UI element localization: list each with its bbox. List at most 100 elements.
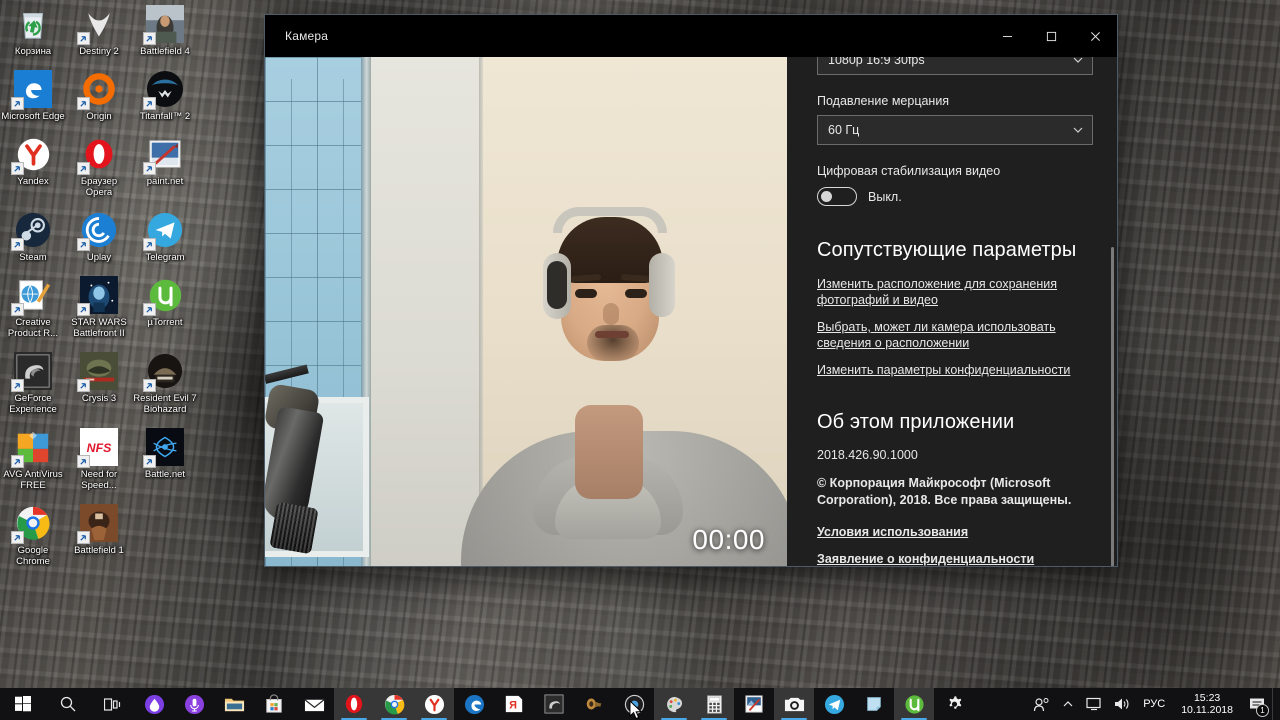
taskbar-telegram[interactable] xyxy=(814,688,854,720)
people-button[interactable] xyxy=(1027,688,1056,720)
taskbar-yandex-app[interactable]: Я xyxy=(494,688,534,720)
desktop-icon-uplay[interactable]: Uplay xyxy=(67,210,131,263)
person-nose xyxy=(603,303,619,325)
language-indicator[interactable]: РУС xyxy=(1136,698,1172,710)
volume-button[interactable] xyxy=(1108,688,1136,720)
gear-icon xyxy=(943,693,965,715)
app-version: 2018.426.90.1000 xyxy=(817,448,1093,462)
desktop-icon-titanfall-2[interactable]: Titanfall™ 2 xyxy=(133,69,197,122)
desktop-icon-battlefield-1[interactable]: Battlefield 1 xyxy=(67,503,131,567)
telegram-icon xyxy=(145,210,185,250)
desktop-icon-steam[interactable]: Steam xyxy=(1,210,65,263)
desktop-icon-opera-browser[interactable]: Браузер Opera xyxy=(67,134,131,198)
shortcut-arrow-icon xyxy=(11,162,24,175)
desktop-icon-label: Creative Product R... xyxy=(1,317,65,339)
taskbar-voice-assistant[interactable] xyxy=(174,688,214,720)
desktop-icon-label: Telegram xyxy=(145,252,184,263)
flicker-dropdown[interactable]: 60 Гц xyxy=(817,115,1093,145)
taskbar-obs-studio[interactable] xyxy=(614,688,654,720)
desktop-icon-microsoft-edge[interactable]: Microsoft Edge xyxy=(1,69,65,122)
related-link-photo-location[interactable]: Изменить расположение для сохранения фот… xyxy=(817,276,1093,308)
taskbar-notes[interactable] xyxy=(854,688,894,720)
network-monitor-icon xyxy=(1086,697,1102,711)
taskbar-opera[interactable] xyxy=(334,688,374,720)
shortcut-arrow-icon xyxy=(77,303,90,316)
taskbar-utorrent[interactable] xyxy=(894,688,934,720)
desktop-icon-label: Steam xyxy=(19,252,46,263)
taskbar-geforce-experience[interactable] xyxy=(534,688,574,720)
desktop-icon-label: AVG AntiVirus FREE xyxy=(1,469,65,491)
clock-time: 15:23 xyxy=(1194,692,1220,704)
shortcut-arrow-icon xyxy=(11,379,24,392)
desktop-icon-creative-product[interactable]: Creative Product R... xyxy=(1,275,65,339)
desktop-icon-label: Resident Evil 7 Biohazard xyxy=(133,393,197,415)
google-chrome-icon xyxy=(13,503,53,543)
taskbar-microsoft-store[interactable] xyxy=(254,688,294,720)
desktop-icon-telegram[interactable]: Telegram xyxy=(133,210,197,263)
action-center-button[interactable]: 1 xyxy=(1242,688,1272,720)
desktop-icon-paint-net[interactable]: paint.net xyxy=(133,134,197,198)
related-link-privacy-settings[interactable]: Изменить параметры конфиденциальности xyxy=(817,362,1093,378)
desktop-icon-google-chrome[interactable]: Google Chrome xyxy=(1,503,65,567)
desktop-icon-label: Microsoft Edge xyxy=(1,111,64,122)
task-view-icon xyxy=(104,697,121,712)
person-eye-right xyxy=(625,289,647,298)
taskbar: Я xyxy=(0,688,1280,720)
desktop-icon-battlenet[interactable]: Battle.net xyxy=(133,427,197,491)
show-desktop-button[interactable] xyxy=(1272,688,1280,720)
taskbar-file-explorer[interactable] xyxy=(214,688,254,720)
desktop-icon-resident-evil-7[interactable]: Resident Evil 7 Biohazard xyxy=(133,351,197,415)
desktop-icon-geforce-experience[interactable]: GeForce Experience xyxy=(1,351,65,415)
chevron-down-icon xyxy=(1072,124,1084,136)
related-link-camera-location[interactable]: Выбрать, может ли камера использовать св… xyxy=(817,319,1093,351)
taskbar-calculator[interactable] xyxy=(694,688,734,720)
sticky-note-icon xyxy=(863,693,885,715)
task-view-button[interactable] xyxy=(90,688,134,720)
taskbar-yandex-browser[interactable] xyxy=(414,688,454,720)
search-button[interactable] xyxy=(46,688,90,720)
desktop-icon-utorrent[interactable]: µTorrent xyxy=(133,275,197,339)
clock[interactable]: 15:23 10.11.2018 xyxy=(1172,688,1242,720)
terms-of-use-link[interactable]: Условия использования xyxy=(817,525,1093,539)
maximize-button[interactable] xyxy=(1029,15,1073,57)
stabilization-toggle[interactable] xyxy=(817,187,857,206)
desktop-icon-label: Корзина xyxy=(15,46,51,57)
taskbar-cortana-circle[interactable] xyxy=(134,688,174,720)
desktop-icon-star-wars-battlefront-2[interactable]: STAR WARS Battlefront II xyxy=(67,275,131,339)
minimize-button[interactable] xyxy=(985,15,1029,57)
taskbar-audio-app[interactable] xyxy=(574,688,614,720)
taskbar-google-chrome[interactable] xyxy=(374,688,414,720)
desktop-icon-battlefield-4[interactable]: Battlefield 4 xyxy=(133,4,197,57)
taskbar-settings[interactable] xyxy=(934,688,974,720)
calculator-icon xyxy=(703,693,725,715)
resident-evil-7-icon xyxy=(145,351,185,391)
taskbar-photos[interactable] xyxy=(734,688,774,720)
people-icon xyxy=(1033,697,1050,712)
privacy-statement-link[interactable]: Заявление о конфиденциальности xyxy=(817,552,1093,566)
start-button[interactable] xyxy=(0,688,46,720)
microsoft-edge-icon xyxy=(13,69,53,109)
shortcut-arrow-icon xyxy=(11,238,24,251)
desktop-icon-need-for-speed[interactable]: NFS Need for Speed... xyxy=(67,427,131,491)
desktop-icon-label: Yandex xyxy=(17,176,49,187)
geforce-experience-icon xyxy=(13,351,53,391)
close-button[interactable] xyxy=(1073,15,1117,57)
desktop-icon-avg-antivirus[interactable]: AVG AntiVirus FREE xyxy=(1,427,65,491)
taskbar-microsoft-edge[interactable] xyxy=(454,688,494,720)
taskbar-camera[interactable] xyxy=(774,688,814,720)
desktop-icon-destiny-2[interactable]: Destiny 2 xyxy=(67,4,131,57)
desktop-icon-crysis-3[interactable]: Crysis 3 xyxy=(67,351,131,415)
desktop-icon-yandex[interactable]: Yandex xyxy=(1,134,65,198)
video-quality-dropdown[interactable]: 1080p 16:9 30fps xyxy=(817,57,1093,75)
desktop-icon-origin[interactable]: Origin xyxy=(67,69,131,122)
show-hidden-icons-button[interactable] xyxy=(1056,688,1080,720)
network-button[interactable] xyxy=(1080,688,1108,720)
window-titlebar[interactable]: Камера xyxy=(265,15,1117,57)
settings-scrollbar[interactable] xyxy=(1111,247,1114,566)
stabilization-state: Выкл. xyxy=(868,190,902,204)
camera-preview[interactable]: 00:00 xyxy=(265,57,787,566)
taskbar-mail[interactable] xyxy=(294,688,334,720)
taskbar-paint-net[interactable] xyxy=(654,688,694,720)
desktop-icon-recycle-bin[interactable]: Корзина xyxy=(1,4,65,57)
need-for-speed-icon: NFS xyxy=(79,427,119,467)
